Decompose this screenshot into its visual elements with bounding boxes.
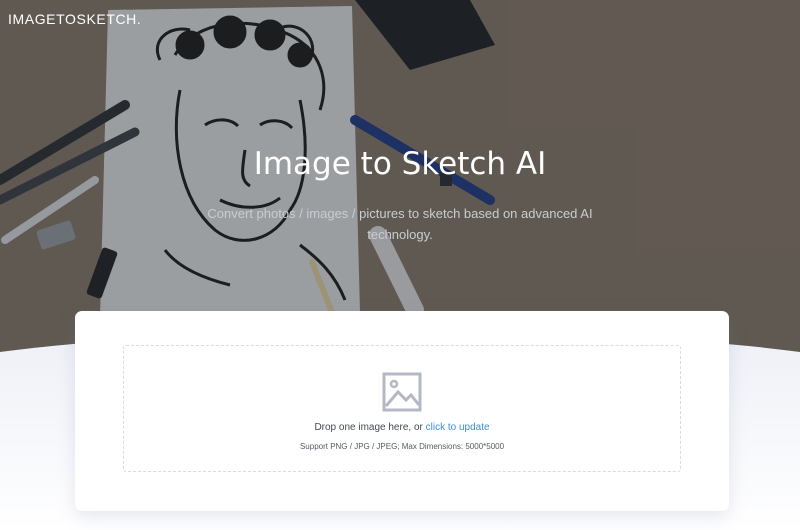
supported-formats-note: Support PNG / JPG / JPEG; Max Dimensions… [299, 442, 505, 451]
hero-subtitle: Convert photos / images / pictures to sk… [207, 206, 593, 242]
hero-title: Image to Sketch AI [253, 146, 547, 182]
click-to-update-link[interactable]: click to update [426, 422, 490, 433]
drop-text: Drop one image here, or [314, 422, 423, 433]
upload-card: Drop one image here, or click to update … [75, 311, 729, 511]
drop-instruction: Drop one image here, or click to update [124, 422, 680, 433]
site-logo[interactable]: IMAGETOSKETCH. [8, 11, 141, 27]
image-dropzone[interactable]: Drop one image here, or click to update … [123, 345, 681, 472]
image-icon [382, 372, 422, 412]
